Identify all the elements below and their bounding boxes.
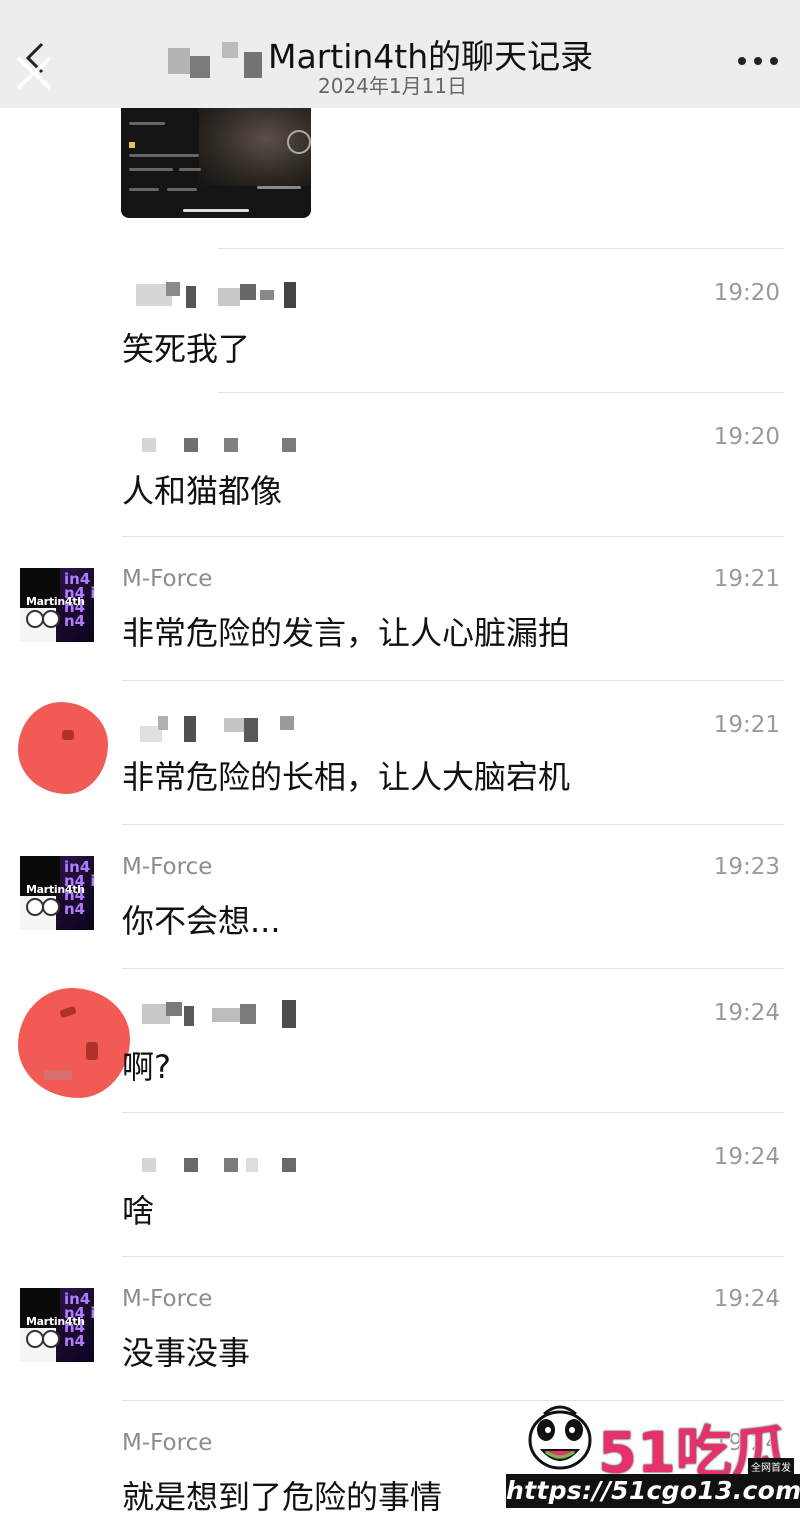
message-text[interactable]: 就是想到了危险的事情: [122, 1472, 442, 1518]
sender-name[interactable]: M-Force: [122, 1430, 212, 1456]
message-time: 19:24: [713, 1000, 780, 1026]
message-row: 19:24 啥: [0, 1132, 800, 1256]
header-title-group: Martin4th的聊天记录: [160, 28, 680, 78]
message-row: 19:20 笑死我了: [0, 268, 800, 398]
message-row: 19:21 非常危险的长相，让人大脑宕机: [0, 700, 800, 824]
redacted-sender: [142, 1158, 296, 1172]
message-text[interactable]: 啥: [122, 1186, 154, 1232]
message-text[interactable]: 啊?: [122, 1042, 171, 1088]
message-text[interactable]: 没事没事: [122, 1328, 250, 1374]
chevron-left-icon[interactable]: [12, 38, 56, 90]
more-dots-icon[interactable]: [736, 54, 780, 68]
sender-name[interactable]: M-Force: [122, 1286, 212, 1312]
redacted-sender: [142, 1000, 296, 1028]
message-time: 19:21: [713, 712, 780, 738]
avatar[interactable]: in4 n4 in4 n4 Martin4th: [20, 1288, 94, 1362]
message-row: in4 n4 in4 n4 Martin4th M-Force 19:21 非常…: [0, 556, 800, 680]
redacted-sender: [140, 716, 294, 742]
watermark-badge: 全网首发: [748, 1458, 794, 1475]
message-text[interactable]: 非常危险的长相，让人大脑宕机: [122, 752, 570, 798]
redacted-avatar[interactable]: [18, 988, 130, 1098]
redacted-sender: [142, 438, 296, 452]
redacted-avatar[interactable]: [18, 702, 108, 794]
divider: [218, 248, 784, 249]
divider: [122, 1112, 784, 1113]
message-row: 19:20 人和猫都像: [0, 412, 800, 542]
divider: [122, 536, 784, 537]
watermark: 51吃瓜 全网首发 https://51cgo13.com: [506, 1396, 800, 1510]
image-message-thumbnail[interactable]: [121, 108, 311, 218]
message-text[interactable]: 人和猫都像: [122, 466, 282, 512]
divider: [218, 392, 784, 393]
chat-date: 2024年1月11日: [318, 74, 468, 98]
avatar[interactable]: in4 n4 in4 n4 Martin4th: [20, 568, 94, 642]
avatar[interactable]: in4 n4 in4 n4 Martin4th: [20, 856, 94, 930]
divider: [122, 680, 784, 681]
divider: [122, 1256, 784, 1257]
message-text[interactable]: 非常危险的发言，让人心脏漏拍: [122, 608, 570, 654]
redacted-sender: [136, 282, 296, 308]
message-time: 19:20: [713, 280, 780, 306]
message-row: in4 n4 in4 n4 Martin4th M-Force 19:24 没事…: [0, 1276, 800, 1400]
message-row: in4 n4 in4 n4 Martin4th M-Force 19:23 你不…: [0, 844, 800, 968]
message-time: 19:24: [713, 1144, 780, 1170]
sender-name[interactable]: M-Force: [122, 566, 212, 592]
divider: [122, 968, 784, 969]
divider: [122, 824, 784, 825]
message-time: 19:21: [713, 566, 780, 592]
mascot-icon: [528, 1405, 592, 1470]
sender-name[interactable]: M-Force: [122, 854, 212, 880]
message-time: 19:24: [713, 1286, 780, 1312]
message-time: 19:20: [713, 424, 780, 450]
message-time: 19:23: [713, 854, 780, 880]
chat-header: Martin4th的聊天记录 2024年1月11日: [0, 0, 800, 108]
message-text[interactable]: 笑死我了: [122, 324, 250, 370]
message-row: 19:24 啊?: [0, 988, 800, 1112]
watermark-url: https://51cgo13.com: [506, 1474, 800, 1508]
message-text[interactable]: 你不会想...: [122, 896, 281, 942]
